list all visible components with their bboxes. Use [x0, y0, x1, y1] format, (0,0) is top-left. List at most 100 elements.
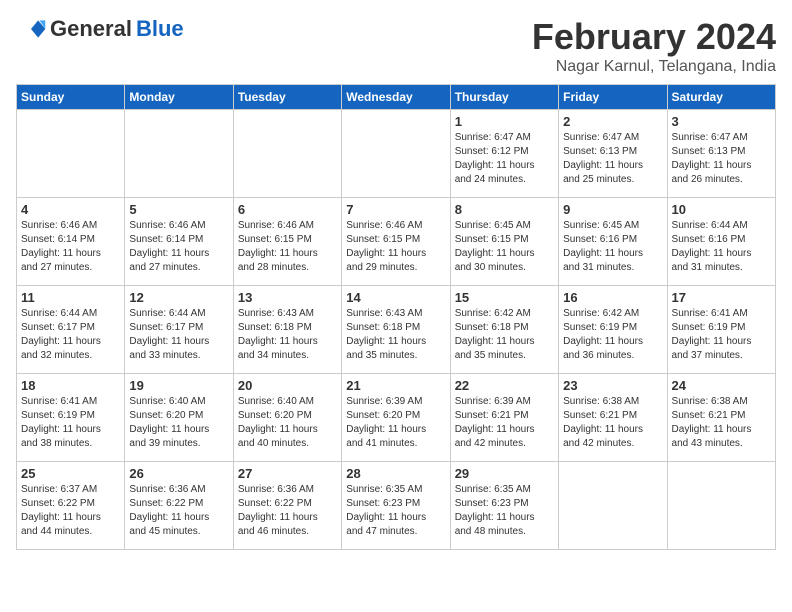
page-header: General Blue February 2024 Nagar Karnul,…	[16, 16, 776, 76]
day-number: 21	[346, 378, 445, 393]
calendar-cell: 27 Sunrise: 6:36 AM Sunset: 6:22 PM Dayli…	[233, 462, 341, 550]
day-number: 17	[672, 290, 771, 305]
calendar-cell: 7 Sunrise: 6:46 AM Sunset: 6:15 PM Daylig…	[342, 198, 450, 286]
day-number: 6	[238, 202, 337, 217]
day-number: 14	[346, 290, 445, 305]
day-info: Sunrise: 6:47 AM Sunset: 6:12 PM Dayligh…	[455, 131, 554, 187]
calendar-cell	[559, 462, 667, 550]
week-row: 4 Sunrise: 6:46 AM Sunset: 6:14 PM Daylig…	[17, 198, 776, 286]
day-info: Sunrise: 6:44 AM Sunset: 6:17 PM Dayligh…	[21, 307, 120, 363]
day-info: Sunrise: 6:41 AM Sunset: 6:19 PM Dayligh…	[21, 395, 120, 451]
day-info: Sunrise: 6:47 AM Sunset: 6:13 PM Dayligh…	[563, 131, 662, 187]
weekday-header: Friday	[559, 85, 667, 110]
calendar-cell: 14 Sunrise: 6:43 AM Sunset: 6:18 PM Dayli…	[342, 286, 450, 374]
calendar-cell: 3 Sunrise: 6:47 AM Sunset: 6:13 PM Daylig…	[667, 110, 775, 198]
calendar-cell: 5Sunrise: 6:46 AM Sunset: 6:14 PM Daylig…	[125, 198, 233, 286]
day-number: 11	[21, 290, 120, 305]
calendar-cell: 28Sunrise: 6:35 AM Sunset: 6:23 PM Dayli…	[342, 462, 450, 550]
day-info: Sunrise: 6:35 AM Sunset: 6:23 PM Dayligh…	[455, 483, 554, 539]
day-number: 29	[455, 466, 554, 481]
day-number: 19	[129, 378, 228, 393]
calendar-cell	[17, 110, 125, 198]
calendar-cell: 1 Sunrise: 6:47 AM Sunset: 6:12 PM Daylig…	[450, 110, 558, 198]
weekday-header: Sunday	[17, 85, 125, 110]
day-info: Sunrise: 6:46 AM Sunset: 6:14 PM Dayligh…	[21, 219, 120, 275]
calendar-cell: 22 Sunrise: 6:39 AM Sunset: 6:21 PM Dayli…	[450, 374, 558, 462]
calendar-cell	[125, 110, 233, 198]
week-row: 25 Sunrise: 6:37 AM Sunset: 6:22 PM Dayli…	[17, 462, 776, 550]
week-row: 11 Sunrise: 6:44 AM Sunset: 6:17 PM Dayli…	[17, 286, 776, 374]
calendar-cell: 2 Sunrise: 6:47 AM Sunset: 6:13 PM Daylig…	[559, 110, 667, 198]
logo: General Blue	[16, 16, 184, 42]
day-number: 23	[563, 378, 662, 393]
day-number: 25	[21, 466, 120, 481]
day-info: Sunrise: 6:43 AM Sunset: 6:18 PM Dayligh…	[238, 307, 337, 363]
logo-icon	[16, 19, 46, 39]
weekday-header: Tuesday	[233, 85, 341, 110]
day-info: Sunrise: 6:46 AM Sunset: 6:15 PM Dayligh…	[346, 219, 445, 275]
calendar-cell: 9 Sunrise: 6:45 AM Sunset: 6:16 PM Daylig…	[559, 198, 667, 286]
calendar-table: SundayMondayTuesdayWednesdayThursdayFrid…	[16, 84, 776, 550]
logo-general: General	[50, 16, 132, 42]
day-info: Sunrise: 6:47 AM Sunset: 6:13 PM Dayligh…	[672, 131, 771, 187]
calendar-cell: 29 Sunrise: 6:35 AM Sunset: 6:23 PM Dayli…	[450, 462, 558, 550]
day-info: Sunrise: 6:44 AM Sunset: 6:17 PM Dayligh…	[129, 307, 228, 363]
day-info: Sunrise: 6:39 AM Sunset: 6:21 PM Dayligh…	[455, 395, 554, 451]
day-info: Sunrise: 6:45 AM Sunset: 6:15 PM Dayligh…	[455, 219, 554, 275]
calendar-cell: 21 Sunrise: 6:39 AM Sunset: 6:20 PM Dayli…	[342, 374, 450, 462]
day-number: 2	[563, 114, 662, 129]
day-number: 27	[238, 466, 337, 481]
calendar-cell: 26Sunrise: 6:36 AM Sunset: 6:22 PM Dayli…	[125, 462, 233, 550]
day-number: 20	[238, 378, 337, 393]
day-number: 13	[238, 290, 337, 305]
calendar-cell: 15Sunrise: 6:42 AM Sunset: 6:18 PM Dayli…	[450, 286, 558, 374]
day-number: 12	[129, 290, 228, 305]
day-number: 10	[672, 202, 771, 217]
day-number: 8	[455, 202, 554, 217]
day-number: 3	[672, 114, 771, 129]
day-info: Sunrise: 6:45 AM Sunset: 6:16 PM Dayligh…	[563, 219, 662, 275]
day-number: 4	[21, 202, 120, 217]
calendar-cell: 13 Sunrise: 6:43 AM Sunset: 6:18 PM Dayli…	[233, 286, 341, 374]
logo-blue: Blue	[136, 16, 184, 42]
calendar-cell: 6Sunrise: 6:46 AM Sunset: 6:15 PM Daylig…	[233, 198, 341, 286]
day-info: Sunrise: 6:36 AM Sunset: 6:22 PM Dayligh…	[129, 483, 228, 539]
day-info: Sunrise: 6:37 AM Sunset: 6:22 PM Dayligh…	[21, 483, 120, 539]
calendar-cell: 19Sunrise: 6:40 AM Sunset: 6:20 PM Dayli…	[125, 374, 233, 462]
day-number: 24	[672, 378, 771, 393]
day-info: Sunrise: 6:42 AM Sunset: 6:19 PM Dayligh…	[563, 307, 662, 363]
day-number: 9	[563, 202, 662, 217]
day-number: 15	[455, 290, 554, 305]
calendar-cell: 4 Sunrise: 6:46 AM Sunset: 6:14 PM Daylig…	[17, 198, 125, 286]
day-info: Sunrise: 6:36 AM Sunset: 6:22 PM Dayligh…	[238, 483, 337, 539]
header-row: SundayMondayTuesdayWednesdayThursdayFrid…	[17, 85, 776, 110]
day-info: Sunrise: 6:44 AM Sunset: 6:16 PM Dayligh…	[672, 219, 771, 275]
weekday-header: Thursday	[450, 85, 558, 110]
location-title: Nagar Karnul, Telangana, India	[532, 58, 776, 76]
day-info: Sunrise: 6:43 AM Sunset: 6:18 PM Dayligh…	[346, 307, 445, 363]
calendar-cell: 10 Sunrise: 6:44 AM Sunset: 6:16 PM Dayli…	[667, 198, 775, 286]
day-info: Sunrise: 6:41 AM Sunset: 6:19 PM Dayligh…	[672, 307, 771, 363]
day-number: 16	[563, 290, 662, 305]
calendar-cell: 25 Sunrise: 6:37 AM Sunset: 6:22 PM Dayli…	[17, 462, 125, 550]
day-number: 5	[129, 202, 228, 217]
title-area: February 2024 Nagar Karnul, Telangana, I…	[532, 16, 776, 76]
day-number: 28	[346, 466, 445, 481]
day-info: Sunrise: 6:39 AM Sunset: 6:20 PM Dayligh…	[346, 395, 445, 451]
weekday-header: Saturday	[667, 85, 775, 110]
calendar-cell: 17 Sunrise: 6:41 AM Sunset: 6:19 PM Dayli…	[667, 286, 775, 374]
day-number: 18	[21, 378, 120, 393]
day-number: 7	[346, 202, 445, 217]
day-info: Sunrise: 6:38 AM Sunset: 6:21 PM Dayligh…	[672, 395, 771, 451]
calendar-cell: 20Sunrise: 6:40 AM Sunset: 6:20 PM Dayli…	[233, 374, 341, 462]
weekday-header: Monday	[125, 85, 233, 110]
week-row: 18 Sunrise: 6:41 AM Sunset: 6:19 PM Dayli…	[17, 374, 776, 462]
day-number: 22	[455, 378, 554, 393]
calendar-cell: 23Sunrise: 6:38 AM Sunset: 6:21 PM Dayli…	[559, 374, 667, 462]
day-number: 1	[455, 114, 554, 129]
calendar-cell	[233, 110, 341, 198]
calendar-cell: 24 Sunrise: 6:38 AM Sunset: 6:21 PM Dayli…	[667, 374, 775, 462]
calendar-cell	[342, 110, 450, 198]
week-row: 1 Sunrise: 6:47 AM Sunset: 6:12 PM Daylig…	[17, 110, 776, 198]
calendar-cell: 8 Sunrise: 6:45 AM Sunset: 6:15 PM Daylig…	[450, 198, 558, 286]
